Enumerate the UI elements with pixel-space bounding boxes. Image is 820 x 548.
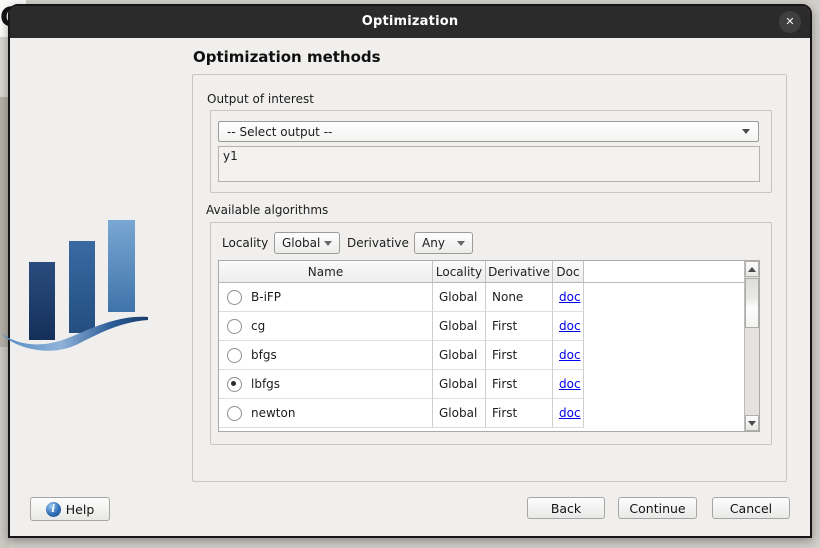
row-filler [584, 399, 759, 428]
chevron-down-icon [457, 241, 465, 246]
algorithm-radio[interactable] [227, 348, 242, 363]
cancel-button[interactable]: Cancel [712, 497, 790, 519]
table-scrollbar[interactable] [744, 261, 759, 431]
selected-output-field[interactable]: y1 [218, 146, 760, 182]
algorithm-locality-cell: Global [433, 283, 486, 312]
table-row[interactable]: B-iFP GlobalNonedoc [219, 283, 759, 312]
arrow-down-icon [748, 421, 756, 426]
back-button-label: Back [551, 501, 581, 516]
cancel-button-label: Cancel [730, 501, 772, 516]
dialog-title: Optimization [10, 14, 810, 29]
algorithm-name: cg [251, 319, 265, 333]
table-row[interactable]: lbfgs GlobalFirst doc [219, 370, 759, 399]
output-select-value: -- Select output -- [227, 125, 742, 139]
chevron-down-icon [742, 129, 750, 134]
algorithm-doc-cell: doc [553, 312, 584, 341]
algorithm-name-cell: lbfgs [219, 370, 433, 399]
column-header-locality[interactable]: Locality [433, 261, 486, 282]
scrollbar-thumb[interactable] [745, 278, 759, 328]
logo-bar-3 [108, 220, 135, 312]
algorithm-name: lbfgs [251, 377, 280, 391]
algorithm-name: bfgs [251, 348, 277, 362]
doc-link[interactable]: doc [559, 290, 581, 304]
algorithm-doc-cell: doc [553, 341, 584, 370]
help-button-label: Help [66, 502, 95, 517]
algorithms-table: Name Locality Derivative Doc B-iFP Global… [218, 260, 760, 432]
algorithm-name: B-iFP [251, 290, 281, 304]
algorithm-doc-cell: doc [553, 399, 584, 428]
locality-combo-value: Global [282, 236, 320, 250]
derivative-combo[interactable]: Any [414, 232, 473, 254]
doc-link[interactable]: doc [559, 319, 581, 333]
algorithm-name-cell: newton [219, 399, 433, 428]
app-logo [0, 216, 152, 356]
scroll-up-button[interactable] [745, 261, 759, 277]
derivative-label: Derivative [347, 236, 409, 250]
arrow-up-icon [748, 267, 756, 272]
dialog-titlebar[interactable]: Optimization ✕ [10, 6, 810, 38]
logo-bar-2 [69, 241, 95, 333]
algorithm-derivative-cell: None [486, 283, 553, 312]
algorithm-derivative-cell: First [486, 341, 553, 370]
row-filler [584, 370, 759, 399]
doc-link[interactable]: doc [559, 377, 581, 391]
table-header: Name Locality Derivative Doc [219, 261, 759, 283]
scroll-down-button[interactable] [745, 415, 759, 431]
table-row[interactable]: bfgs GlobalFirst doc [219, 341, 759, 370]
derivative-combo-value: Any [422, 236, 445, 250]
algorithm-derivative-cell: First [486, 370, 553, 399]
algorithm-radio[interactable] [227, 406, 242, 421]
column-header-derivative[interactable]: Derivative [486, 261, 553, 282]
algorithm-name-cell: B-iFP [219, 283, 433, 312]
doc-link[interactable]: doc [559, 406, 581, 420]
chevron-down-icon [324, 241, 332, 246]
algorithm-doc-cell: doc [553, 283, 584, 312]
help-button[interactable]: i Help [30, 497, 110, 521]
algorithm-radio[interactable] [227, 319, 242, 334]
algorithm-doc-cell: doc [553, 370, 584, 399]
continue-button-label: Continue [629, 501, 685, 516]
screen: C Optimization ✕ Optimization methods Ou… [0, 0, 820, 548]
algorithm-derivative-cell: First [486, 399, 553, 428]
back-button[interactable]: Back [527, 497, 605, 519]
doc-link[interactable]: doc [559, 348, 581, 362]
algorithm-name-cell: bfgs [219, 341, 433, 370]
algorithm-radio[interactable] [227, 290, 242, 305]
algorithm-name-cell: cg [219, 312, 433, 341]
available-algorithms-label: Available algorithms [206, 203, 328, 217]
locality-label: Locality [222, 236, 268, 250]
algorithm-rows: B-iFPGlobalNonedoccgGlobalFirstdocbfgsGl… [219, 283, 759, 428]
logo-bar-1 [29, 262, 55, 340]
algorithm-locality-cell: Global [433, 341, 486, 370]
algorithm-radio[interactable] [227, 377, 242, 392]
column-header-name[interactable]: Name [219, 261, 433, 282]
algorithm-derivative-cell: First [486, 312, 553, 341]
table-row[interactable]: cg GlobalFirst doc [219, 312, 759, 341]
close-button[interactable]: ✕ [779, 11, 801, 33]
column-header-filler [584, 261, 759, 282]
locality-combo[interactable]: Global [274, 232, 340, 254]
continue-button[interactable]: Continue [618, 497, 697, 519]
algorithm-name: newton [251, 406, 295, 420]
column-header-doc[interactable]: Doc [553, 261, 584, 282]
table-row[interactable]: newton GlobalFirst doc [219, 399, 759, 428]
algorithm-locality-cell: Global [433, 312, 486, 341]
close-icon: ✕ [779, 11, 801, 33]
algorithm-locality-cell: Global [433, 370, 486, 399]
algorithm-locality-cell: Global [433, 399, 486, 428]
row-filler [584, 312, 759, 341]
page-title: Optimization methods [193, 48, 381, 66]
info-icon: i [46, 502, 61, 517]
row-filler [584, 341, 759, 370]
output-of-interest-label: Output of interest [207, 92, 314, 106]
output-select[interactable]: -- Select output -- [218, 121, 759, 142]
row-filler [584, 283, 759, 312]
